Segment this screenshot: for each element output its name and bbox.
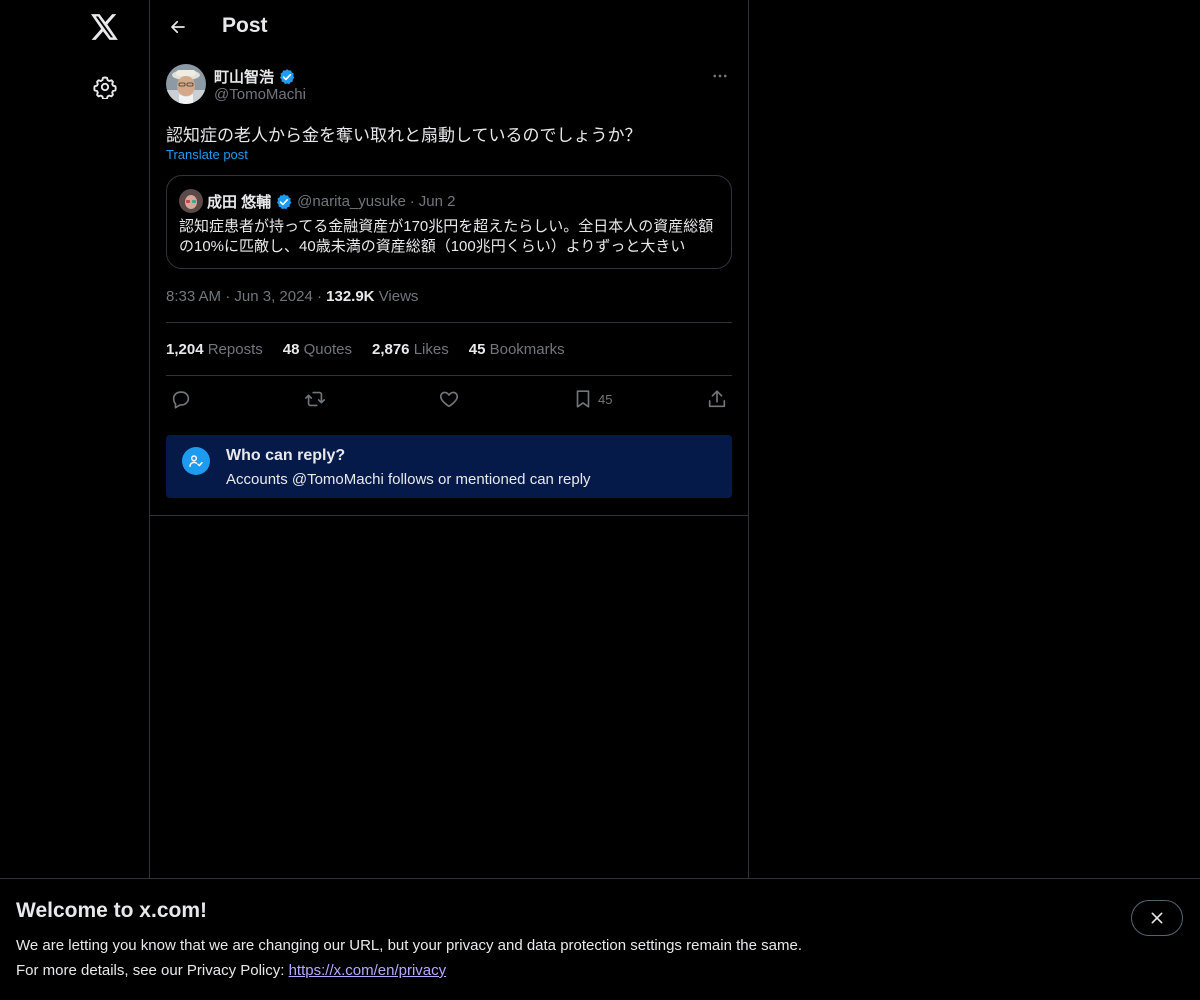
divider <box>166 322 732 323</box>
repost-icon <box>305 391 325 407</box>
quotes-count: 48 <box>282 341 300 358</box>
person-check-icon <box>182 447 210 475</box>
bookmark-count: 45 <box>598 391 613 407</box>
quote-header: 成田 悠輔 @narita_yusuke · Jun 2 <box>207 191 456 212</box>
left-nav <box>0 0 150 1000</box>
post-time[interactable]: 8:33 AM <box>166 288 221 305</box>
author-handle[interactable]: @TomoMachi <box>214 86 306 103</box>
heart-icon <box>439 391 459 408</box>
author-name-text: 町山智浩 <box>214 69 275 86</box>
who-can-reply-title: Who can reply? <box>226 447 346 464</box>
page-header: Post <box>150 0 748 54</box>
separator-dot: · <box>316 288 327 305</box>
divider <box>150 515 748 516</box>
reposts-label: Reposts <box>207 341 263 358</box>
close-banner-button[interactable] <box>1131 900 1183 936</box>
x-logo-icon[interactable] <box>89 11 121 43</box>
quote-date: Jun 2 <box>418 193 456 210</box>
views-label: Views <box>378 288 419 305</box>
reply-icon <box>172 391 190 409</box>
share-icon <box>708 390 726 408</box>
post-text: 認知症の老人から金を奪い取れと扇動しているのでしょうか？ <box>166 126 642 145</box>
likes-label: Likes <box>413 341 449 358</box>
more-horizontal-icon <box>713 74 727 78</box>
separator-dot: · <box>225 288 235 305</box>
post-stats: 1,204 Reposts 48 Quotes 2,876 Likes 45 B… <box>166 341 565 358</box>
banner-text: We are letting you know that we are chan… <box>16 937 802 954</box>
reposts-stat[interactable]: 1,204 Reposts <box>166 341 263 358</box>
bookmarks-stat[interactable]: 45 Bookmarks <box>469 341 565 358</box>
gear-icon[interactable] <box>89 71 121 103</box>
main-column: Post 町山智浩 @TomoMachi 認知症の老人から金を奪い取れと扇動して… <box>149 0 749 1000</box>
banner-text-policy: For more details, see our Privacy Policy… <box>16 962 446 979</box>
back-button[interactable] <box>164 13 192 41</box>
page-title: Post <box>222 14 268 37</box>
url-change-banner: Welcome to x.com! We are letting you kno… <box>0 878 1200 1000</box>
banner-policy-prefix: For more details, see our Privacy Policy… <box>16 962 289 979</box>
views-count: 132.9K <box>326 288 375 305</box>
privacy-policy-link[interactable]: https://x.com/en/privacy <box>289 962 447 979</box>
close-icon <box>1151 912 1163 924</box>
quote-text: 認知症患者が持ってる金融資産が170兆円を超えたらしい。全日本人の資産総額の10… <box>179 218 714 255</box>
bookmarks-label: Bookmarks <box>489 341 565 358</box>
post-date[interactable]: Jun 3, 2024 <box>234 288 312 305</box>
likes-count: 2,876 <box>371 341 410 358</box>
arrow-left-icon <box>171 20 185 34</box>
action-bar: 45 <box>166 387 732 411</box>
quotes-label: Quotes <box>303 341 352 358</box>
divider <box>166 375 732 376</box>
quote-author-handle[interactable]: @narita_yusuke <box>297 193 406 210</box>
bookmark-icon <box>576 390 590 408</box>
separator-dot: · <box>409 193 415 210</box>
bookmarks-count: 45 <box>468 341 486 358</box>
who-can-reply-subtitle: Accounts @TomoMachi follows or mentioned… <box>226 471 591 488</box>
quotes-stat[interactable]: 48 Quotes <box>283 341 352 358</box>
like-button[interactable] <box>438 387 460 411</box>
post-meta: 8:33 AM · Jun 3, 2024 · 132.9K Views <box>166 288 418 305</box>
bookmark-button[interactable]: 45 <box>572 387 612 411</box>
likes-stat[interactable]: 2,876 Likes <box>372 341 449 358</box>
translate-post-link[interactable]: Translate post <box>166 147 248 162</box>
verified-badge-icon <box>277 193 292 209</box>
who-can-reply-box: Who can reply? Accounts @TomoMachi follo… <box>166 435 732 498</box>
repost-button[interactable] <box>303 387 327 411</box>
quoted-post[interactable]: 成田 悠輔 @narita_yusuke · Jun 2 認知症患者が持ってる金… <box>166 175 732 269</box>
verified-badge-icon <box>280 68 295 84</box>
avatar[interactable] <box>166 64 206 104</box>
author-name[interactable]: 町山智浩 <box>214 66 296 87</box>
quote-avatar[interactable] <box>179 189 203 213</box>
banner-title: Welcome to x.com! <box>16 899 207 922</box>
share-button[interactable] <box>706 387 728 411</box>
reply-button[interactable] <box>170 387 192 411</box>
quote-author-name[interactable]: 成田 悠輔 <box>207 191 271 212</box>
more-button[interactable] <box>708 64 732 88</box>
reposts-count: 1,204 <box>166 341 204 358</box>
